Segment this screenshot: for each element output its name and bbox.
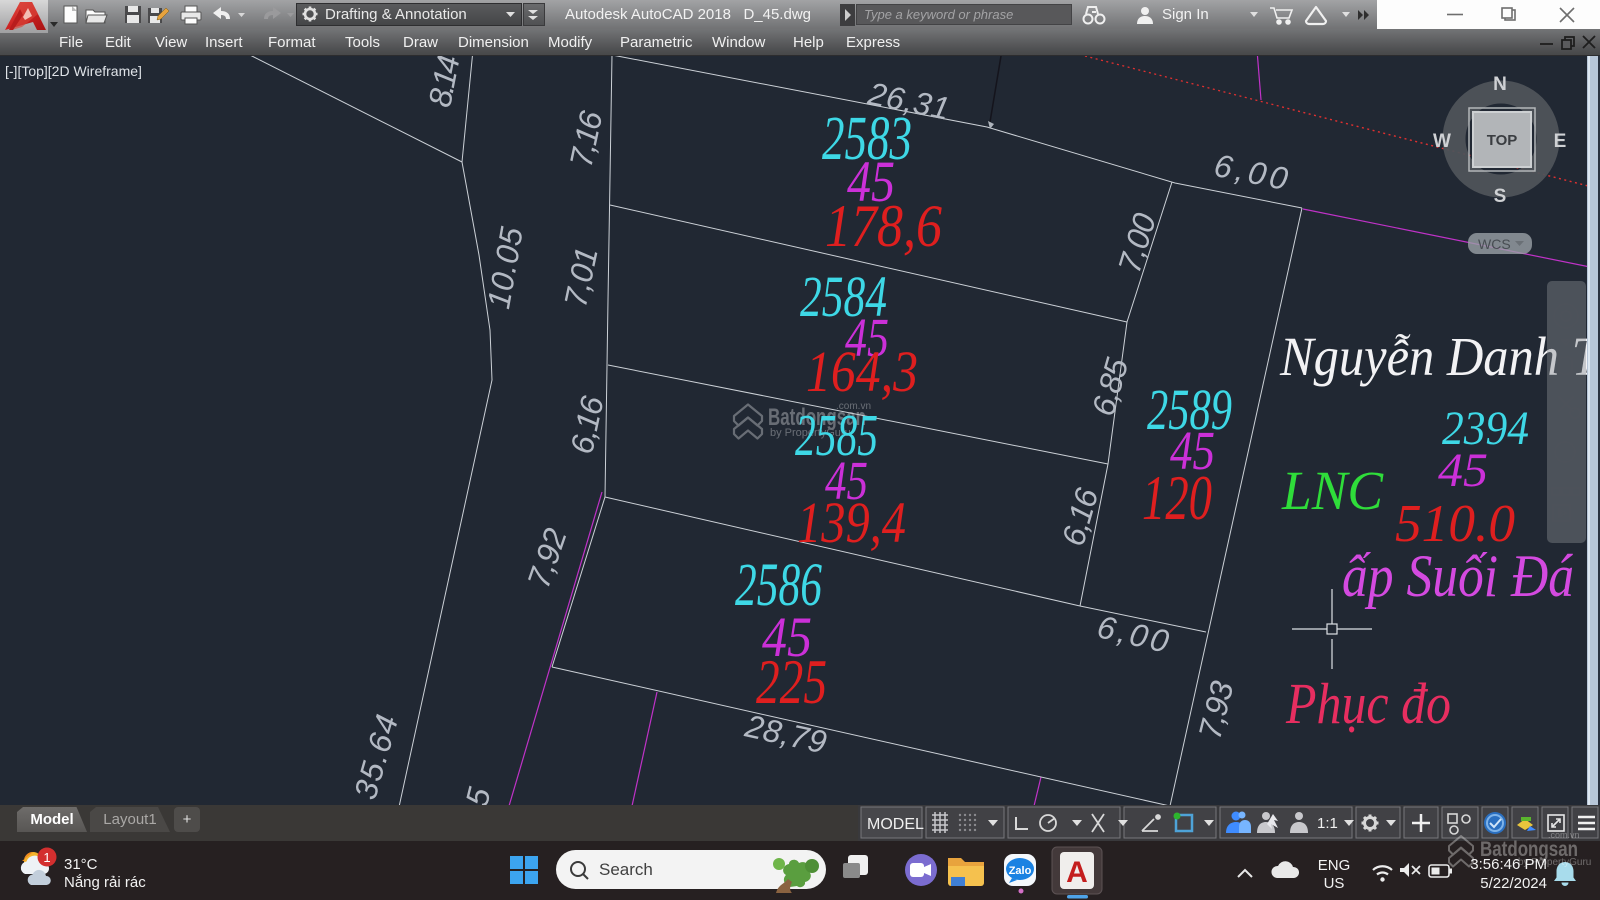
svg-text:6,00: 6,00 [1211,147,1291,197]
svg-text:1:1: 1:1 [1317,815,1338,832]
svg-text:MODEL: MODEL [867,816,924,833]
svg-text:A: A [1066,856,1088,889]
svg-text:7,93: 7,93 [1192,677,1241,742]
svg-text:1: 1 [43,850,50,865]
svg-text:Phục đo: Phục đo [1285,671,1451,736]
svg-text:ấp Suối Đá: ấp Suối Đá [1342,543,1574,609]
svg-text:LNC: LNC [1281,460,1384,521]
svg-text:ENG: ENG [1318,857,1351,874]
svg-text:6,16: 6,16 [1055,484,1106,550]
svg-text:N: N [1493,74,1507,95]
svg-text:139,4: 139,4 [797,490,906,555]
svg-text:WCS: WCS [1478,236,1511,252]
svg-text:Search: Search [599,860,653,879]
svg-text:225: 225 [756,647,827,717]
svg-text:120: 120 [1142,463,1212,533]
svg-text:W: W [1433,131,1451,152]
svg-text:10.05: 10.05 [480,224,530,311]
svg-text:[-][Top][2D Wireframe]: [-][Top][2D Wireframe] [5,63,142,79]
svg-text:5: 5 [458,784,497,805]
svg-text:45: 45 [1438,444,1488,497]
svg-text:7,00: 7,00 [1111,209,1163,277]
svg-text:Zalo: Zalo [1009,865,1032,877]
svg-text:164,3: 164,3 [806,339,918,404]
svg-text:S: S [1494,186,1507,207]
svg-text:7,92: 7,92 [520,524,574,593]
svg-text:Nắng rải rác: Nắng rải rác [64,874,146,891]
svg-text:E: E [1554,131,1567,152]
svg-text:7,16: 7,16 [563,108,610,170]
svg-text:6,16: 6,16 [563,393,610,457]
svg-text:8.14: 8.14 [421,56,466,110]
svg-text:by PropertyGuru: by PropertyGuru [1518,857,1591,868]
svg-text:6,85: 6,85 [1085,354,1136,420]
svg-text:5/22/2024: 5/22/2024 [1480,875,1547,892]
svg-text:.com.vn: .com.vn [1548,830,1580,840]
svg-text:178,6: 178,6 [825,193,942,259]
svg-text:US: US [1324,875,1345,892]
svg-text:35.64: 35.64 [347,711,405,804]
svg-text:31°C: 31°C [64,856,98,873]
svg-text:6,00: 6,00 [1094,608,1172,659]
svg-text:7,01: 7,01 [557,244,605,310]
svg-text:TOP: TOP [1487,132,1518,149]
